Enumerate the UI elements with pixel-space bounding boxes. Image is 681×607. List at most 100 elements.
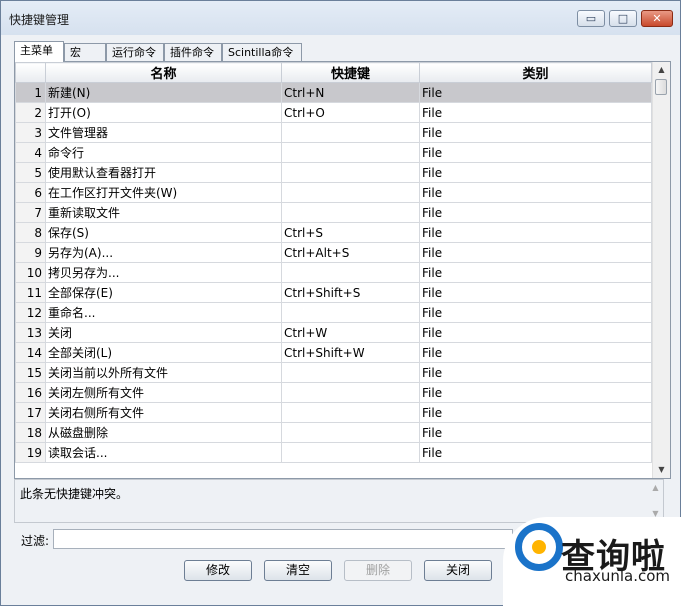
table-row[interactable]: 2 打开(O) Ctrl+O File <box>15 102 652 123</box>
command-name-cell[interactable]: 重新读取文件 <box>45 202 282 223</box>
shortcut-cell[interactable]: Ctrl+Shift+S <box>281 282 420 303</box>
shortcut-cell[interactable]: Ctrl+Alt+S <box>281 242 420 263</box>
table-row[interactable]: 16 关闭左侧所有文件 File <box>15 382 652 403</box>
category-cell[interactable]: File <box>419 242 652 263</box>
table-row[interactable]: 8 保存(S) Ctrl+S File <box>15 222 652 243</box>
shortcut-cell[interactable] <box>281 262 420 283</box>
shortcut-cell[interactable] <box>281 402 420 423</box>
status-scrollbar[interactable]: ▲ ▼ <box>648 480 663 522</box>
command-name-cell[interactable]: 重命名... <box>45 302 282 323</box>
command-name-cell[interactable]: 关闭当前以外所有文件 <box>45 362 282 383</box>
table-row[interactable]: 5 使用默认查看器打开 File <box>15 162 652 183</box>
status-scroll-up-icon[interactable]: ▲ <box>648 480 663 496</box>
shortcut-cell[interactable] <box>281 422 420 443</box>
shortcut-cell[interactable] <box>281 442 420 463</box>
command-name-cell[interactable]: 关闭 <box>45 322 282 343</box>
close-button[interactable]: 关闭 <box>424 560 492 581</box>
column-header-name[interactable]: 名称 <box>45 62 282 83</box>
command-name-cell[interactable]: 保存(S) <box>45 222 282 243</box>
shortcut-cell[interactable] <box>281 382 420 403</box>
close-window-button[interactable]: ✕ <box>641 10 673 27</box>
tab-run-commands[interactable]: 运行命令 <box>106 43 164 61</box>
category-cell[interactable]: File <box>419 382 652 403</box>
command-name-cell[interactable]: 读取会话... <box>45 442 282 463</box>
command-name-cell[interactable]: 文件管理器 <box>45 122 282 143</box>
category-cell[interactable]: File <box>419 122 652 143</box>
category-cell[interactable]: File <box>419 182 652 203</box>
table-row[interactable]: 15 关闭当前以外所有文件 File <box>15 362 652 383</box>
table-row[interactable]: 9 另存为(A)... Ctrl+Alt+S File <box>15 242 652 263</box>
category-cell[interactable]: File <box>419 342 652 363</box>
shortcut-cell[interactable]: Ctrl+Shift+W <box>281 342 420 363</box>
shortcut-cell[interactable] <box>281 302 420 323</box>
table-row[interactable]: 7 重新读取文件 File <box>15 202 652 223</box>
shortcut-cell[interactable] <box>281 162 420 183</box>
scroll-down-icon[interactable]: ▼ <box>653 462 670 478</box>
category-cell[interactable]: File <box>419 262 652 283</box>
command-name-cell[interactable]: 拷贝另存为... <box>45 262 282 283</box>
shortcut-cell[interactable] <box>281 182 420 203</box>
table-row[interactable]: 3 文件管理器 File <box>15 122 652 143</box>
column-header-category[interactable]: 类别 <box>419 62 652 83</box>
table-row[interactable]: 19 读取会话... File <box>15 442 652 463</box>
command-name-cell[interactable]: 使用默认查看器打开 <box>45 162 282 183</box>
category-cell[interactable]: File <box>419 102 652 123</box>
shortcut-cell[interactable] <box>281 202 420 223</box>
table-row[interactable]: 13 关闭 Ctrl+W File <box>15 322 652 343</box>
command-name-cell[interactable]: 关闭左侧所有文件 <box>45 382 282 403</box>
minimize-button[interactable]: ▭ <box>577 10 605 27</box>
category-cell[interactable]: File <box>419 282 652 303</box>
filter-input[interactable] <box>53 529 513 549</box>
column-header-shortcut[interactable]: 快捷键 <box>281 62 420 83</box>
table-row[interactable]: 1 新建(N) Ctrl+N File <box>15 82 652 103</box>
shortcut-cell[interactable]: Ctrl+O <box>281 102 420 123</box>
shortcut-cell[interactable]: Ctrl+N <box>281 82 420 103</box>
table-row[interactable]: 17 关闭右侧所有文件 File <box>15 402 652 423</box>
category-cell[interactable]: File <box>419 362 652 383</box>
command-name-cell[interactable]: 关闭右侧所有文件 <box>45 402 282 423</box>
shortcut-cell[interactable] <box>281 122 420 143</box>
category-cell[interactable]: File <box>419 402 652 423</box>
delete-button[interactable]: 删除 <box>344 560 412 581</box>
command-name-cell[interactable]: 命令行 <box>45 142 282 163</box>
command-name-cell[interactable]: 从磁盘删除 <box>45 422 282 443</box>
category-cell[interactable]: File <box>419 142 652 163</box>
table-row[interactable]: 14 全部关闭(L) Ctrl+Shift+W File <box>15 342 652 363</box>
category-cell[interactable]: File <box>419 322 652 343</box>
clear-button[interactable]: 清空 <box>264 560 332 581</box>
command-name-cell[interactable]: 新建(N) <box>45 82 282 103</box>
table-row[interactable]: 11 全部保存(E) Ctrl+Shift+S File <box>15 282 652 303</box>
table-row[interactable]: 4 命令行 File <box>15 142 652 163</box>
row-number: 18 <box>15 422 46 443</box>
command-name-cell[interactable]: 全部保存(E) <box>45 282 282 303</box>
shortcut-cell[interactable] <box>281 142 420 163</box>
command-name-cell[interactable]: 另存为(A)... <box>45 242 282 263</box>
category-cell[interactable]: File <box>419 422 652 443</box>
category-cell[interactable]: File <box>419 302 652 323</box>
table-row[interactable]: 12 重命名... File <box>15 302 652 323</box>
maximize-button[interactable]: □ <box>609 10 637 27</box>
shortcut-cell[interactable]: Ctrl+S <box>281 222 420 243</box>
tab-main-menu[interactable]: 主菜单 <box>14 41 64 62</box>
tab-macro[interactable]: 宏 <box>64 43 106 61</box>
category-cell[interactable]: File <box>419 162 652 183</box>
command-name-cell[interactable]: 全部关闭(L) <box>45 342 282 363</box>
table-vertical-scrollbar[interactable]: ▲ ▼ <box>652 62 670 478</box>
table-row[interactable]: 10 拷贝另存为... File <box>15 262 652 283</box>
table-row[interactable]: 6 在工作区打开文件夹(W) File <box>15 182 652 203</box>
command-name-cell[interactable]: 打开(O) <box>45 102 282 123</box>
category-cell[interactable]: File <box>419 202 652 223</box>
scrollbar-thumb[interactable] <box>655 79 667 95</box>
shortcut-cell[interactable]: Ctrl+W <box>281 322 420 343</box>
category-cell[interactable]: File <box>419 222 652 243</box>
category-cell[interactable]: File <box>419 442 652 463</box>
tab-plugin-commands[interactable]: 插件命令 <box>164 43 222 61</box>
tab-scintilla-commands[interactable]: Scintilla命令 <box>222 43 302 61</box>
modify-button[interactable]: 修改 <box>184 560 252 581</box>
category-cell[interactable]: File <box>419 82 652 103</box>
table-row[interactable]: 18 从磁盘删除 File <box>15 422 652 443</box>
command-name-cell[interactable]: 在工作区打开文件夹(W) <box>45 182 282 203</box>
scroll-up-icon[interactable]: ▲ <box>653 62 670 78</box>
row-number: 16 <box>15 382 46 403</box>
shortcut-cell[interactable] <box>281 362 420 383</box>
